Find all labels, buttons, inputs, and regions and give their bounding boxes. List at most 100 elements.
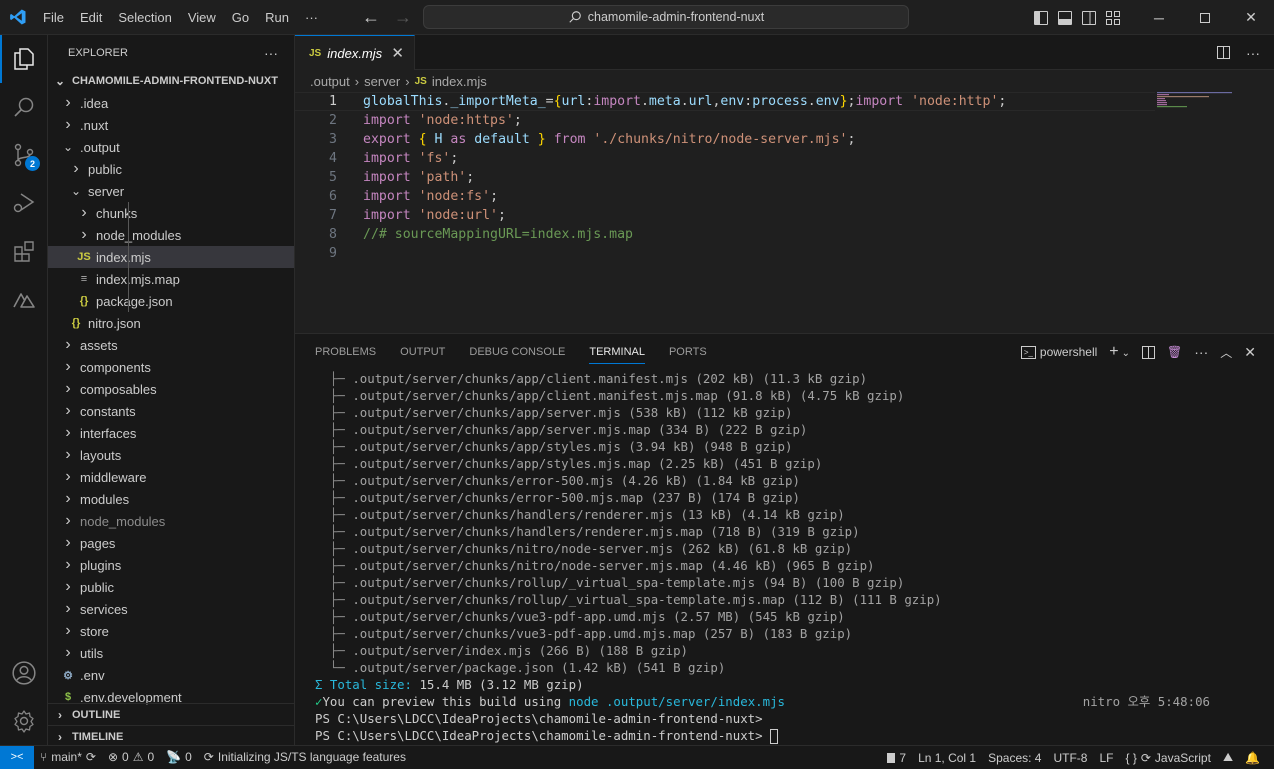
new-terminal-icon[interactable]: + ⌄: [1109, 343, 1130, 361]
tree-folder[interactable]: › plugins: [48, 554, 294, 576]
task-status[interactable]: ⟳ Initializing JS/TS language features: [198, 746, 412, 769]
code-line[interactable]: 9: [295, 244, 1155, 263]
tree-file[interactable]: ⚙ .env: [48, 664, 294, 686]
git-branch[interactable]: ⑂ main* ⟳: [34, 746, 102, 769]
tree-folder[interactable]: › .nuxt: [48, 114, 294, 136]
sync-icon[interactable]: ⟳: [86, 750, 96, 764]
split-terminal-icon[interactable]: [1142, 345, 1156, 359]
tab-terminal[interactable]: TERMINAL: [581, 334, 653, 370]
tree-folder[interactable]: › store: [48, 620, 294, 642]
menu-selection[interactable]: Selection: [110, 0, 179, 35]
tree-folder[interactable]: › public: [48, 576, 294, 598]
terminal-output[interactable]: ├─ .output/server/chunks/app/client.mani…: [315, 370, 1265, 744]
terminal-prompt-active[interactable]: PS C:\Users\LDCC\IdeaProjects\chamomile-…: [315, 727, 1265, 744]
tree-folder[interactable]: › node_modules: [48, 224, 294, 246]
activity-run-debug[interactable]: [0, 179, 48, 227]
tree-folder[interactable]: ⌄ server: [48, 180, 294, 202]
breadcrumb-item[interactable]: server: [364, 74, 400, 89]
split-editor-icon[interactable]: [1217, 46, 1230, 59]
panel-more-icon[interactable]: ···: [1194, 344, 1208, 360]
end-of-line[interactable]: LF: [1093, 746, 1119, 769]
tree-folder[interactable]: › public: [48, 158, 294, 180]
minimize-button[interactable]: ─: [1136, 0, 1182, 35]
kill-terminal-icon[interactable]: 🗑: [1167, 345, 1182, 359]
tree-folder[interactable]: › constants: [48, 400, 294, 422]
menu-view[interactable]: View: [180, 0, 224, 35]
code-line[interactable]: 2 import 'node:https';: [295, 111, 1155, 130]
explorer-more-button[interactable]: ···: [264, 45, 278, 61]
menu-more[interactable]: ···: [297, 0, 326, 35]
tree-folder[interactable]: › chunks: [48, 202, 294, 224]
toggle-primary-sidebar-icon[interactable]: [1034, 10, 1048, 25]
timeline-section[interactable]: › TIMELINE: [48, 725, 295, 747]
tree-folder[interactable]: › interfaces: [48, 422, 294, 444]
tree-folder[interactable]: › services: [48, 598, 294, 620]
breadcrumb-item[interactable]: .output: [310, 74, 350, 89]
code-line[interactable]: 4 import 'fs';: [295, 149, 1155, 168]
tab-index-mjs[interactable]: JS index.mjs ✕: [295, 35, 415, 70]
code-line[interactable]: 7 import 'node:url';: [295, 206, 1155, 225]
activity-extensions[interactable]: [0, 227, 48, 275]
notifications[interactable]: 🔔: [1239, 746, 1266, 769]
tree-file[interactable]: ≡ index.mjs.map: [48, 268, 294, 290]
problems-indicator[interactable]: ⊗ 0 ⚠ 0: [102, 746, 160, 769]
activity-nuxt[interactable]: [0, 275, 48, 323]
menu-run[interactable]: Run: [257, 0, 297, 35]
menu-go[interactable]: Go: [224, 0, 257, 35]
code-line[interactable]: 5 import 'path';: [295, 168, 1155, 187]
tree-folder[interactable]: › middleware: [48, 466, 294, 488]
activity-search[interactable]: [0, 83, 48, 131]
remote-indicator[interactable]: ><: [0, 745, 34, 769]
menu-file[interactable]: File: [35, 0, 72, 35]
tree-file[interactable]: {} package.json: [48, 290, 294, 312]
tree-folder[interactable]: › .idea: [48, 92, 294, 114]
code-line[interactable]: 8 //# sourceMappingURL=index.mjs.map: [295, 225, 1155, 244]
minimap[interactable]: [1157, 91, 1247, 111]
code-line[interactable]: 1 globalThis._importMeta_={url:import.met…: [295, 92, 1155, 111]
code-line[interactable]: 3 export { H as default } from './chunks/…: [295, 130, 1155, 149]
maximize-panel-icon[interactable]: ︿: [1220, 344, 1232, 361]
tree-folder[interactable]: › node_modules: [48, 510, 294, 532]
close-panel-icon[interactable]: ✕: [1244, 344, 1256, 361]
cursor-position[interactable]: Ln 1, Col 1: [912, 746, 982, 769]
problem-count-indicator[interactable]: 7: [881, 746, 912, 769]
indentation[interactable]: Spaces: 4: [982, 746, 1047, 769]
editor-more-icon[interactable]: ···: [1246, 45, 1260, 61]
ports-indicator[interactable]: 📡 0: [160, 746, 198, 769]
terminal-shell-selector[interactable]: >_ powershell: [1020, 345, 1097, 359]
breadcrumb-item[interactable]: index.mjs: [432, 74, 487, 89]
tree-folder[interactable]: › composables: [48, 378, 294, 400]
code-line[interactable]: 6 import 'node:fs';: [295, 187, 1155, 206]
activity-manage[interactable]: [0, 697, 48, 745]
close-tab-icon[interactable]: ✕: [391, 44, 404, 62]
toggle-panel-icon[interactable]: [1058, 10, 1072, 25]
tab-debug-console[interactable]: DEBUG CONSOLE: [461, 334, 573, 370]
tree-folder[interactable]: ⌄ .output: [48, 136, 294, 158]
tree-folder[interactable]: › pages: [48, 532, 294, 554]
tab-output[interactable]: OUTPUT: [392, 334, 453, 370]
activity-source-control[interactable]: 2: [0, 131, 48, 179]
outline-section[interactable]: › OUTLINE: [48, 703, 295, 725]
copilot-indicator[interactable]: ⛰: [1217, 746, 1239, 769]
activity-accounts[interactable]: [0, 649, 48, 697]
tree-folder[interactable]: › modules: [48, 488, 294, 510]
tree-file[interactable]: JS index.mjs: [48, 246, 294, 268]
tree-folder[interactable]: › utils: [48, 642, 294, 664]
command-center-search[interactable]: chamomile-admin-frontend-nuxt: [423, 5, 909, 29]
tree-folder[interactable]: › layouts: [48, 444, 294, 466]
tree-folder[interactable]: › assets: [48, 334, 294, 356]
forward-arrow-icon[interactable]: →: [394, 7, 412, 28]
language-mode[interactable]: { } ⟳ JavaScript: [1120, 746, 1217, 769]
tree-folder[interactable]: › components: [48, 356, 294, 378]
tab-problems[interactable]: PROBLEMS: [307, 334, 384, 370]
tab-ports[interactable]: PORTS: [661, 334, 715, 370]
code-editor[interactable]: 1 globalThis._importMeta_={url:import.met…: [295, 92, 1155, 263]
close-window-button[interactable]: ✕: [1228, 0, 1274, 35]
menu-edit[interactable]: Edit: [72, 0, 110, 35]
back-arrow-icon[interactable]: ←: [362, 7, 380, 28]
activity-explorer[interactable]: [0, 35, 48, 83]
customize-layout-icon[interactable]: [1106, 10, 1120, 25]
toggle-secondary-sidebar-icon[interactable]: [1082, 10, 1096, 25]
tree-file[interactable]: {} nitro.json: [48, 312, 294, 334]
maximize-button[interactable]: [1182, 0, 1228, 35]
